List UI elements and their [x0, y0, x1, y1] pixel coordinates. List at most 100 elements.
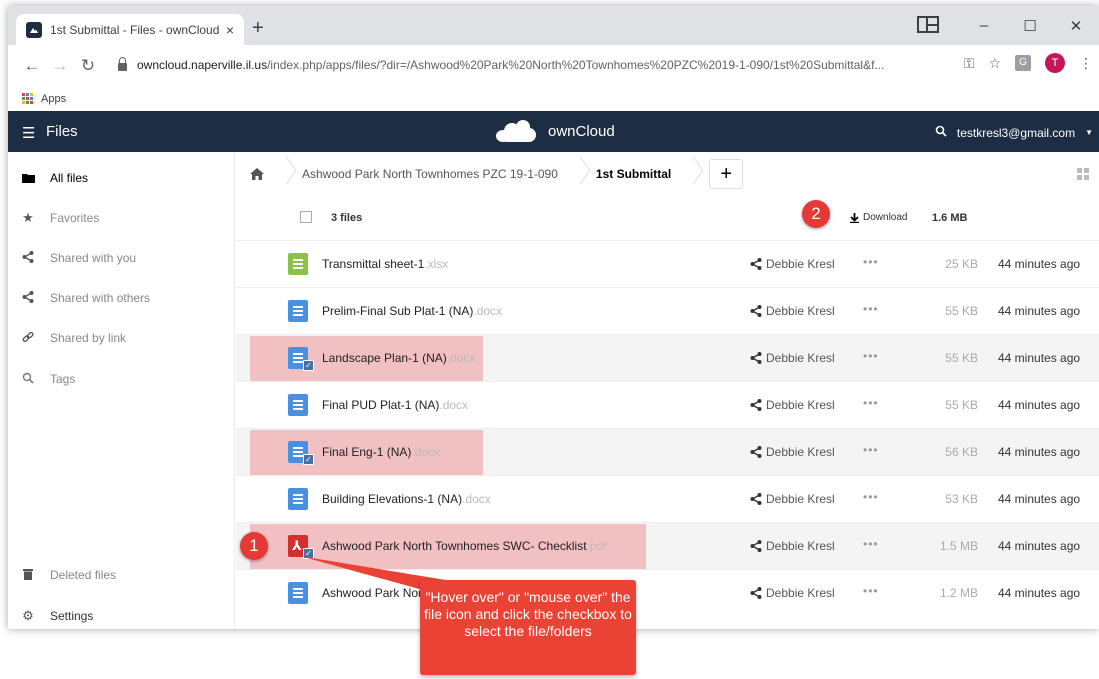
file-name[interactable]: Ashwood Park North Townhomes SWC- Checkl… [322, 539, 607, 553]
share-button[interactable]: Debbie Kresl [750, 445, 835, 459]
share-button[interactable]: Debbie Kresl [750, 351, 835, 365]
download-icon [850, 212, 859, 223]
extension-icon[interactable]: G [1015, 55, 1031, 71]
owncloud-header: ☰ Files ownCloud testkresl3@gmail.com ▼ [8, 111, 1099, 152]
file-extension: .xlsx [424, 257, 449, 271]
more-actions-icon[interactable]: ••• [863, 396, 879, 410]
document-file-icon[interactable] [288, 394, 308, 416]
sidebar-item-tags[interactable]: Tags [8, 359, 235, 399]
share-button[interactable]: Debbie Kresl [750, 257, 835, 271]
file-row[interactable]: Final PUD Plat-1 (NA).docx Debbie Kresl ••… [236, 381, 1099, 428]
more-actions-icon[interactable]: ••• [863, 490, 879, 504]
reload-icon[interactable]: ↻ [74, 56, 102, 76]
share-button[interactable]: Debbie Kresl [750, 398, 835, 412]
sidebar-item-settings[interactable]: ⚙ Settings [8, 596, 235, 629]
share-icon [750, 352, 762, 364]
browser-menu-icon[interactable]: ⋮ [1079, 55, 1093, 72]
file-name[interactable]: Landscape Plan-1 (NA).docx [322, 351, 475, 365]
select-all-checkbox[interactable] [300, 211, 312, 223]
share-icon [750, 258, 762, 270]
file-name[interactable]: Prelim-Final Sub Plat-1 (NA).docx [322, 304, 502, 318]
new-button[interactable]: + [709, 159, 744, 189]
file-extension: .docx [411, 445, 441, 459]
shared-by: Debbie Kresl [766, 398, 835, 412]
download-button[interactable]: Download [850, 212, 907, 223]
sidebar-item-label: Settings [50, 609, 94, 623]
minimize-button[interactable]: – [961, 17, 1007, 34]
spreadsheet-file-icon[interactable] [288, 253, 308, 275]
menu-icon[interactable]: ☰ [22, 124, 35, 142]
search-icon[interactable] [935, 125, 947, 140]
sidebar-item-shared-with-others[interactable]: Shared with others [8, 278, 235, 318]
file-extension: .docx [462, 492, 491, 506]
sidebar-item-all-files[interactable]: All files [8, 158, 235, 198]
sidebar-item-label: All files [50, 171, 89, 185]
tab-close-icon[interactable]: × [226, 22, 234, 38]
document-file-icon[interactable] [288, 300, 308, 322]
file-row[interactable]: ✓ Final Eng-1 (NA).docx Debbie Kresl ••• 56 … [236, 428, 1099, 476]
back-icon[interactable]: ← [18, 56, 46, 76]
more-actions-icon[interactable]: ••• [863, 443, 879, 457]
home-icon[interactable] [236, 152, 278, 196]
breadcrumb-item[interactable]: Ashwood Park North Townhomes PZC 19-1-09… [288, 152, 572, 196]
more-actions-icon[interactable]: ••• [863, 584, 879, 598]
file-name[interactable]: Transmittal sheet-1.xlsx [322, 257, 448, 271]
file-row[interactable]: ⅄ ✓ Ashwood Park North Townhomes SWC- Chec… [236, 522, 1099, 570]
close-window-button[interactable]: ✕ [1053, 17, 1099, 35]
file-row[interactable]: Transmittal sheet-1.xlsx Debbie Kresl ••• 2… [236, 240, 1099, 287]
layout-icon[interactable] [917, 16, 939, 33]
file-row[interactable]: Ashwood Park North Townhomes SWC- Checkl… [236, 569, 1099, 616]
document-file-icon[interactable] [288, 582, 308, 604]
forward-icon[interactable]: → [46, 56, 74, 76]
share-button[interactable]: Debbie Kresl [750, 492, 835, 506]
brand-name: ownCloud [548, 122, 615, 140]
file-row[interactable]: ✓ Landscape Plan-1 (NA).docx Debbie Kresl •… [236, 334, 1099, 382]
app-name[interactable]: Files [46, 123, 78, 140]
file-checkbox[interactable]: ✓ [303, 548, 314, 559]
file-row[interactable]: Building Elevations-1 (NA).docx Debbie Kr… [236, 475, 1099, 522]
maximize-button[interactable]: ☐ [1007, 17, 1053, 35]
owncloud-logo[interactable]: ownCloud [494, 118, 615, 144]
file-modified: 44 minutes ago [998, 304, 1081, 318]
document-file-icon[interactable] [288, 488, 308, 510]
document-file-icon[interactable]: ✓ [288, 347, 314, 371]
sidebar-item-shared-by-link[interactable]: Shared by link [8, 318, 235, 358]
more-actions-icon[interactable]: ••• [863, 302, 879, 316]
file-checkbox[interactable]: ✓ [303, 454, 314, 465]
file-basename: Building Elevations-1 (NA) [322, 492, 463, 506]
star-icon: ★ [22, 210, 34, 225]
caret-down-icon: ▼ [1085, 128, 1093, 137]
more-actions-icon[interactable]: ••• [863, 255, 879, 269]
new-tab-button[interactable]: + [252, 18, 264, 38]
more-actions-icon[interactable]: ••• [863, 537, 879, 551]
sidebar-item-favorites[interactable]: ★ Favorites [8, 198, 235, 238]
window-controls: – ☐ ✕ [961, 6, 1099, 45]
share-button[interactable]: Debbie Kresl [750, 586, 835, 600]
more-actions-icon[interactable]: ••• [863, 349, 879, 363]
file-name[interactable]: Building Elevations-1 (NA).docx [322, 492, 491, 506]
share-button[interactable]: Debbie Kresl [750, 539, 835, 553]
share-button[interactable]: Debbie Kresl [750, 304, 835, 318]
step-badge-1: 1 [240, 532, 268, 560]
pdf-file-icon[interactable]: ⅄ ✓ [288, 535, 314, 559]
shared-by: Debbie Kresl [766, 304, 835, 318]
profile-avatar[interactable]: T [1045, 53, 1065, 73]
grid-view-icon[interactable] [1077, 168, 1089, 180]
sidebar-item-shared-with-you[interactable]: Shared with you [8, 238, 235, 278]
file-checkbox[interactable]: ✓ [303, 360, 314, 371]
breadcrumb-current[interactable]: 1st Submittal [582, 152, 685, 196]
document-file-icon[interactable]: ✓ [288, 441, 314, 465]
browser-tab[interactable]: 1st Submittal - Files - ownCloud × [16, 14, 244, 45]
file-row[interactable]: Prelim-Final Sub Plat-1 (NA).docx Debbie … [236, 287, 1099, 334]
bookmark-apps[interactable]: Apps [41, 93, 66, 105]
file-name[interactable]: Final Eng-1 (NA).docx [322, 445, 440, 459]
cloud-logo-icon [494, 118, 542, 144]
address-bar[interactable]: owncloud.naperville.il.us/index.php/apps… [118, 51, 933, 79]
sidebar-item-deleted-files[interactable]: Deleted files [8, 555, 235, 595]
user-menu[interactable]: testkresl3@gmail.com ▼ [935, 125, 1093, 140]
file-name[interactable]: Final PUD Plat-1 (NA).docx [322, 398, 468, 412]
file-modified: 44 minutes ago [998, 257, 1081, 271]
star-bookmark-icon[interactable]: ☆ [988, 55, 1001, 72]
apps-grid-icon [22, 93, 33, 104]
key-icon[interactable]: ⚿ [964, 55, 975, 72]
